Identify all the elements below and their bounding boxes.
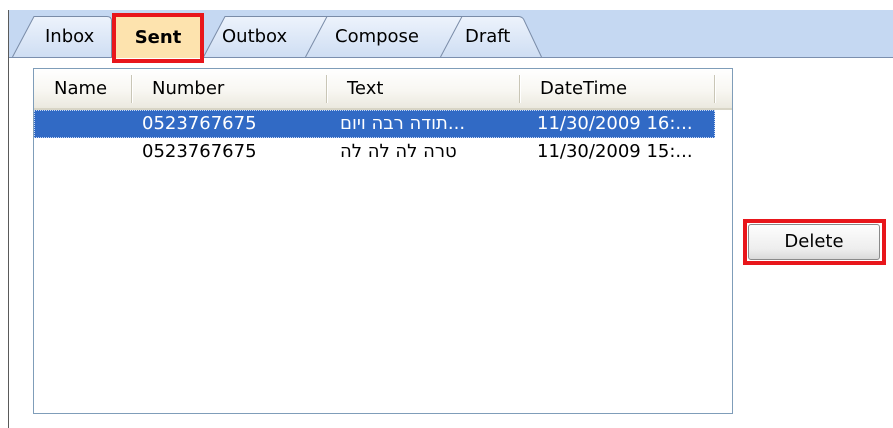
cell-datetime: 11/30/2009 16:... bbox=[537, 113, 693, 134]
column-header-number[interactable]: Number bbox=[132, 69, 327, 108]
tab-inbox[interactable]: Inbox bbox=[12, 16, 112, 58]
tab-label-sent: Sent bbox=[134, 27, 182, 48]
table-row[interactable]: 0523767675 טרה לה לה לה 11/30/2009 15:..… bbox=[34, 138, 715, 166]
tab-label-inbox: Inbox bbox=[45, 26, 95, 47]
cell-name bbox=[34, 138, 132, 166]
column-header-text[interactable]: Text bbox=[327, 69, 520, 108]
tab-draft[interactable]: Draft bbox=[440, 16, 542, 58]
table-row[interactable]: 0523767675 תודה רבה ויום... 11/30/2009 1… bbox=[34, 110, 715, 138]
sms-messages-window: Inbox Outbox Compose Draft Sent Name Num… bbox=[0, 0, 893, 428]
delete-button[interactable]: Delete bbox=[748, 224, 880, 260]
panel-left-border bbox=[8, 10, 9, 428]
column-header-datetime[interactable]: DateTime bbox=[520, 69, 715, 108]
cell-name bbox=[34, 110, 132, 138]
column-header-name[interactable]: Name bbox=[34, 69, 132, 108]
cell-datetime: 11/30/2009 15:... bbox=[537, 141, 693, 162]
cell-text: תודה רבה ויום... bbox=[340, 113, 466, 134]
tab-label-compose: Compose bbox=[335, 26, 420, 47]
tab-sent[interactable]: Sent bbox=[116, 17, 200, 58]
cell-number: 0523767675 bbox=[142, 141, 257, 162]
cell-text: טרה לה לה לה bbox=[340, 141, 457, 162]
tab-label-outbox: Outbox bbox=[222, 26, 288, 47]
column-header-filler bbox=[715, 69, 732, 108]
list-header: Name Number Text DateTime bbox=[34, 69, 732, 110]
messages-list[interactable]: Name Number Text DateTime 0523767675 תוד… bbox=[33, 68, 733, 414]
cell-number: 0523767675 bbox=[142, 113, 257, 134]
tab-label-draft: Draft bbox=[465, 26, 511, 47]
